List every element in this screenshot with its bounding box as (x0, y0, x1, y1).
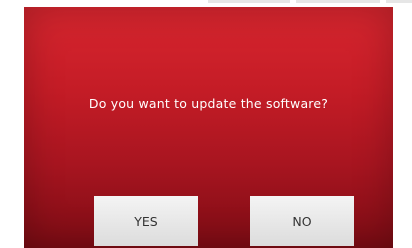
background-panel (386, 0, 412, 3)
screen: Do you want to update the software? YES … (0, 0, 412, 248)
background-panel (296, 0, 380, 3)
background-panel (208, 0, 290, 3)
update-dialog: Do you want to update the software? YES … (24, 7, 393, 248)
yes-button[interactable]: YES (94, 196, 198, 246)
no-button[interactable]: NO (250, 196, 354, 246)
dialog-message: Do you want to update the software? (88, 96, 329, 111)
